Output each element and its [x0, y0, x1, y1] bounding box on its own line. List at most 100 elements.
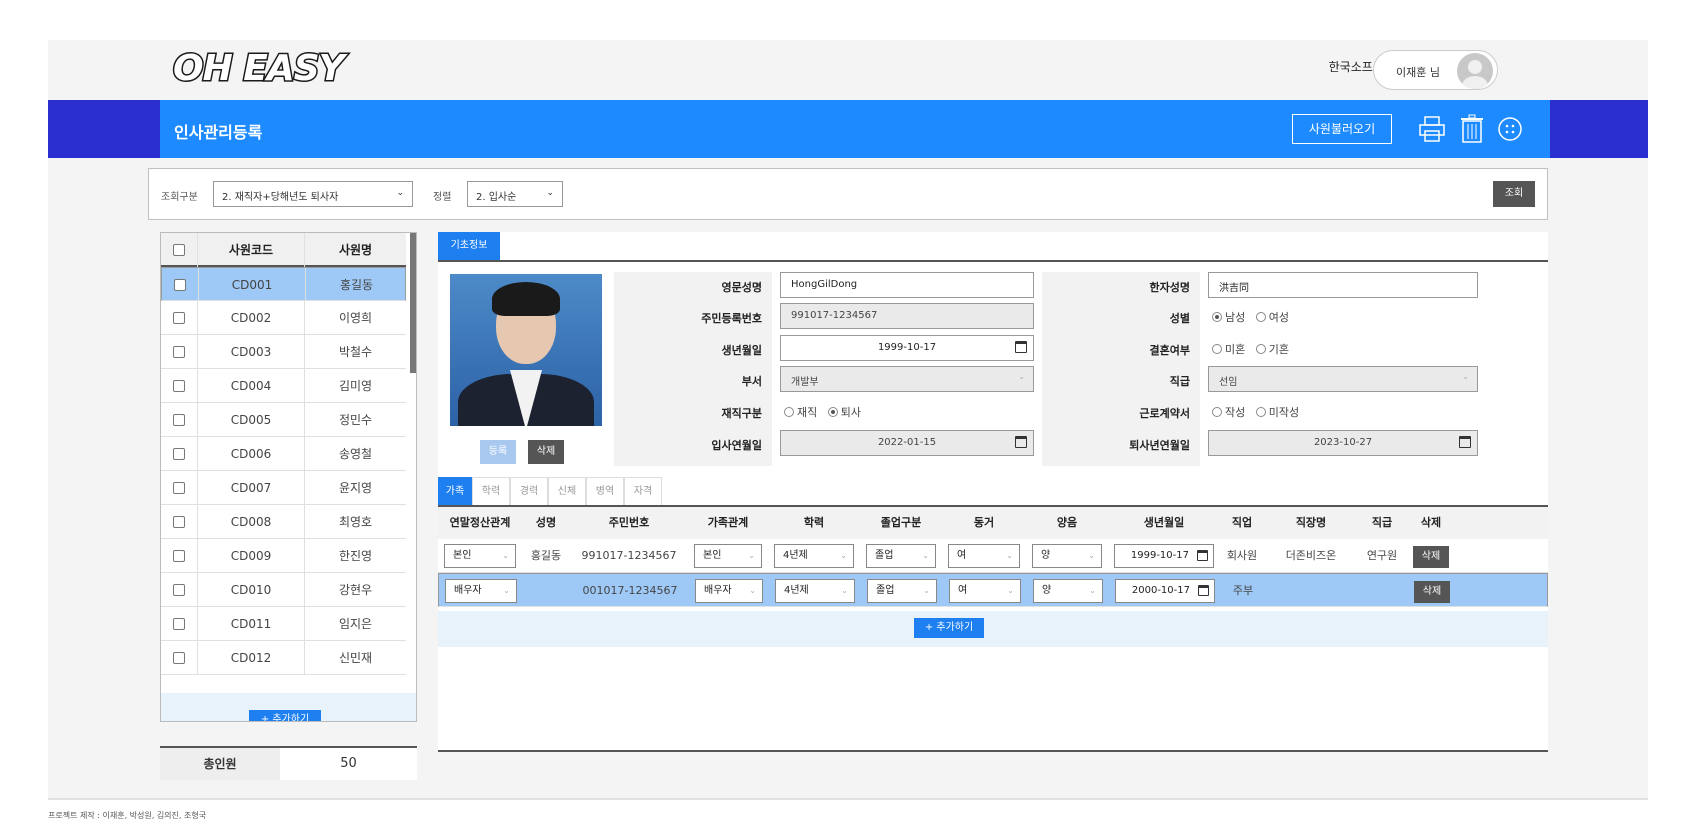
divider	[48, 798, 1648, 800]
rank-select[interactable]: 선임 ⌄	[1208, 366, 1478, 392]
photo-register-button[interactable]: 등록	[480, 440, 516, 464]
add-employee-button[interactable]: + 추가하기	[249, 710, 321, 721]
subtab-military[interactable]: 병역	[586, 477, 624, 505]
employee-row[interactable]: CD001 홍길동	[161, 267, 406, 302]
photo-delete-button[interactable]: 삭제	[528, 440, 564, 464]
family-grad-select[interactable]: 졸업 ⌄	[867, 579, 937, 603]
family-header-cal: 양음	[1056, 516, 1078, 529]
married-radio-group: 미혼 기혼	[1212, 341, 1289, 357]
family-live-value: 여	[957, 550, 967, 561]
add-family-button[interactable]: + 추가하기	[914, 618, 984, 638]
employee-row[interactable]: CD003 박철수	[161, 335, 406, 369]
subtab-family[interactable]: 가족	[438, 477, 472, 505]
married-radio-married[interactable]: 기혼	[1255, 343, 1289, 356]
family-family-select[interactable]: 배우자 ⌄	[695, 579, 763, 603]
family-live-select[interactable]: 여 ⌄	[949, 579, 1021, 603]
row-checkbox[interactable]	[173, 482, 185, 494]
contract-radio-unwritten[interactable]: 미작성	[1255, 406, 1299, 419]
user-menu[interactable]: 이재훈 님	[1373, 50, 1498, 90]
employee-row[interactable]: CD006 송영철	[161, 437, 406, 471]
subtab-license[interactable]: 자격	[624, 477, 662, 505]
calendar-icon[interactable]	[1459, 436, 1471, 448]
status-radio-resigned[interactable]: 퇴사	[827, 406, 861, 419]
employee-row[interactable]: CD007 윤지영	[161, 471, 406, 505]
eng-name-input[interactable]: HongGilDong	[780, 272, 1034, 298]
rrn-input[interactable]: 991017-1234567	[780, 303, 1034, 329]
sort-select[interactable]: 2. 입사순 ⌄	[467, 181, 563, 207]
load-employee-button[interactable]: 사원불러오기	[1292, 114, 1392, 144]
family-relation-select[interactable]: 배우자 ⌄	[445, 579, 517, 603]
row-checkbox[interactable]	[173, 584, 185, 596]
row-checkbox[interactable]	[173, 312, 185, 324]
employee-row[interactable]: CD009 한진영	[161, 539, 406, 573]
hanja-name-input[interactable]: 洪吉同	[1208, 272, 1478, 298]
trash-icon[interactable]	[1458, 114, 1486, 144]
status-radio-employed[interactable]: 재직	[784, 406, 817, 419]
row-checkbox[interactable]	[173, 618, 185, 630]
family-cal-select[interactable]: 양 ⌄	[1033, 579, 1103, 603]
employee-row[interactable]: CD010 강현우	[161, 573, 406, 607]
family-row[interactable]: 본인 ⌄ 홍길동 991017-1234567 본인 ⌄ 4년제 ⌄ 졸업 ⌄ 여 ⌄ 양 ⌄ 1999-1…	[438, 539, 1548, 573]
family-birth-input[interactable]: 2000-10-17	[1115, 579, 1215, 603]
calendar-icon[interactable]	[1197, 550, 1208, 561]
family-row[interactable]: 배우자 ⌄ 001017-1234567 배우자 ⌄ 4년제 ⌄ 졸업 ⌄ 여 ⌄ 양 ⌄ 2000-10…	[438, 573, 1548, 607]
row-checkbox[interactable]	[173, 448, 185, 460]
tab-basic-info[interactable]: 기초정보	[438, 232, 500, 260]
employee-code: CD012	[197, 641, 305, 675]
employee-name: 임지은	[338, 617, 373, 631]
family-delete-button[interactable]: 삭제	[1413, 546, 1449, 568]
employee-row[interactable]: CD012 신민재	[161, 641, 406, 675]
join-date-input[interactable]: 2022-01-15	[780, 430, 1034, 456]
family-rrn: 991017-1234567	[581, 549, 677, 562]
married-radio-single[interactable]: 미혼	[1212, 343, 1245, 356]
row-checkbox[interactable]	[173, 516, 185, 528]
employee-row[interactable]: CD005 정민수	[161, 403, 406, 437]
family-family-select[interactable]: 본인 ⌄	[694, 544, 762, 568]
family-relation-select[interactable]: 본인 ⌄	[444, 544, 516, 568]
chevron-down-icon: ⌄	[502, 551, 509, 560]
family-live-value: 여	[958, 585, 968, 596]
family-family-value: 본인	[703, 550, 722, 561]
leave-date-input[interactable]: 2023-10-27	[1208, 430, 1478, 456]
family-live-select[interactable]: 여 ⌄	[948, 544, 1020, 568]
dept-select[interactable]: 개발부 ⌄	[780, 366, 1034, 392]
scrollbar[interactable]	[410, 233, 416, 373]
employee-row[interactable]: CD008 최영호	[161, 505, 406, 539]
contract-radio-group: 작성 미작성	[1212, 404, 1299, 420]
search-button[interactable]: 조회	[1493, 181, 1535, 207]
family-edu-select[interactable]: 4년제 ⌄	[775, 579, 855, 603]
family-grad-select[interactable]: 졸업 ⌄	[866, 544, 936, 568]
family-birth-input[interactable]: 1999-10-17	[1114, 544, 1214, 568]
birth-input[interactable]: 1999-10-17	[780, 335, 1034, 361]
calendar-icon[interactable]	[1015, 341, 1027, 353]
calendar-icon[interactable]	[1198, 585, 1209, 596]
subtab-education[interactable]: 학력	[472, 477, 510, 505]
print-icon[interactable]	[1418, 114, 1446, 144]
subtab-career[interactable]: 경력	[510, 477, 548, 505]
contract-radio-written[interactable]: 작성	[1212, 406, 1245, 419]
gender-radio-female[interactable]: 여성	[1255, 311, 1289, 324]
subtab-physical[interactable]: 신체	[548, 477, 586, 505]
rank-value: 선임	[1219, 377, 1238, 388]
employee-row[interactable]: CD002 이영희	[161, 301, 406, 335]
row-checkbox[interactable]	[173, 414, 185, 426]
row-checkbox[interactable]	[173, 652, 185, 664]
family-cal-select[interactable]: 양 ⌄	[1032, 544, 1102, 568]
user-name: 이재훈 님	[1396, 66, 1440, 79]
family-header-grad: 졸업구분	[880, 516, 922, 529]
row-checkbox[interactable]	[173, 380, 185, 392]
select-all-checkbox[interactable]	[173, 244, 185, 256]
family-delete-button[interactable]: 삭제	[1414, 581, 1450, 603]
employee-code: CD008	[197, 505, 305, 539]
row-checkbox[interactable]	[173, 346, 185, 358]
employee-row[interactable]: CD011 임지은	[161, 607, 406, 641]
row-checkbox[interactable]	[174, 279, 186, 291]
more-options-icon[interactable]	[1496, 114, 1524, 144]
employee-row[interactable]: CD004 김미영	[161, 369, 406, 403]
family-edu-select[interactable]: 4년제 ⌄	[774, 544, 854, 568]
label-contract: 근로계약서	[1139, 407, 1190, 420]
calendar-icon[interactable]	[1015, 436, 1027, 448]
search-type-select[interactable]: 2. 재직자+당해년도 퇴사자 ⌄	[213, 181, 413, 207]
gender-radio-male[interactable]: 남성	[1212, 311, 1245, 324]
row-checkbox[interactable]	[173, 550, 185, 562]
